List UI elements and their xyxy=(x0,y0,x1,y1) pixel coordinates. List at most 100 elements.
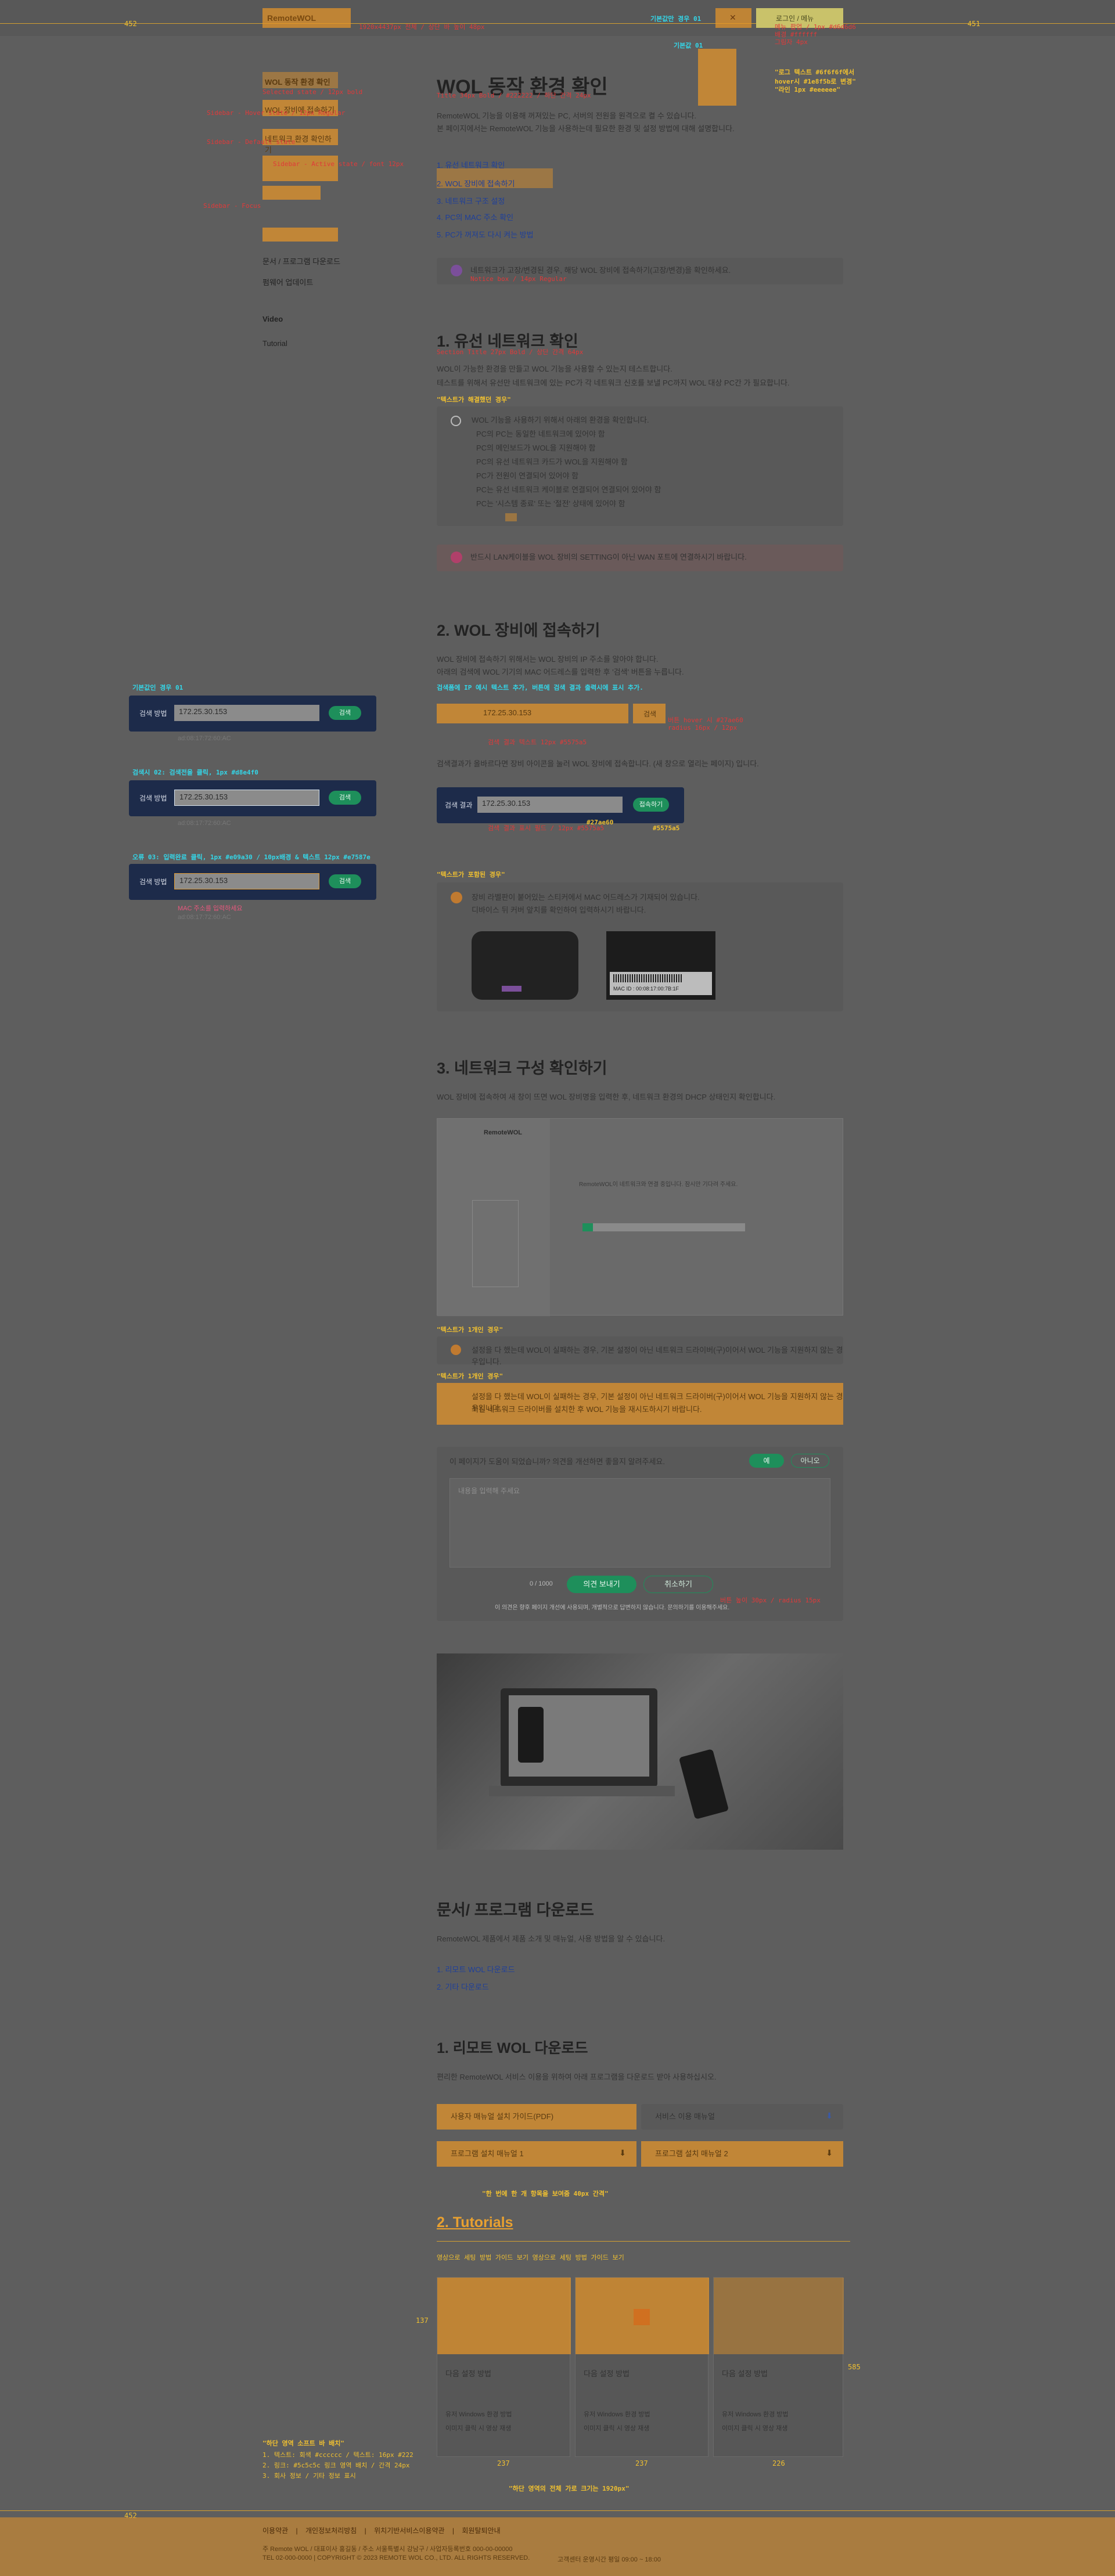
card-thumbnail[interactable] xyxy=(437,2278,571,2354)
feedback-placeholder: 내용을 입력해 주세요 xyxy=(458,1487,520,1495)
hero-image xyxy=(437,1653,843,1850)
laptop-base xyxy=(489,1786,675,1796)
search-input[interactable]: 172.25.30.153 xyxy=(174,705,319,721)
label-photo: MAC ID : 00:08:17:00:7B:1F xyxy=(606,931,715,1000)
search-form-error: 검색 방법 172.25.30.153 검색 xyxy=(129,864,376,900)
annotation: 오류 03: 입력완료 클릭, 1px #e09a30 / 10px배경 & 텍… xyxy=(132,853,371,861)
footer-link-terms[interactable]: 이용약관 xyxy=(262,2527,288,2535)
feedback-note: 이 의견은 향후 페이지 개선에 사용되며, 개별적으로 답변하지 않습니다. … xyxy=(495,1605,730,1611)
user-menu-popup[interactable] xyxy=(698,49,736,106)
feedback-cancel-button[interactable]: 취소하기 xyxy=(643,1576,713,1593)
sidebar-item-firmware[interactable]: 펌웨어 업데이트 xyxy=(262,276,313,287)
annotation: Sidebar - Active state / font 12px xyxy=(273,160,404,168)
card-title: 다음 설정 방법 xyxy=(584,2369,630,2378)
intro-text: 본 페이지에서는 RemoteWOL 기능을 사용하는데 필요한 환경 및 설정… xyxy=(437,124,735,133)
sidebar-item-sub[interactable] xyxy=(262,228,338,242)
result-field[interactable]: 172.25.30.153 xyxy=(477,797,623,813)
feedback-submit-button[interactable]: 의견 보내기 xyxy=(567,1576,636,1593)
sidebar-item-tutorial[interactable]: Tutorial xyxy=(262,339,287,348)
footer-link-withdraw[interactable]: 회원탈퇴안내 xyxy=(462,2527,500,2535)
sidebar-item-video[interactable]: Video xyxy=(262,315,283,323)
annotation: Sidebar - Default state xyxy=(207,138,296,146)
download-file-button[interactable]: 서비스 이용 매뉴얼 ⬇ xyxy=(641,2104,843,2130)
close-icon: ✕ xyxy=(729,13,736,22)
barcode-icon xyxy=(613,974,683,982)
annotation: 검색시 02: 검색전을 클릭, 1px #d8e4f0 xyxy=(132,769,258,776)
annotation: "하단 영역의 전체 가로 크기는 1920px" xyxy=(509,2485,630,2492)
connect-button[interactable]: 접속하기 xyxy=(633,798,669,812)
annotation: 1920x4437px 전체 / 상단 바 높이 48px xyxy=(359,23,485,31)
screenshot-logo: RemoteWOL xyxy=(484,1129,522,1136)
search-button[interactable]: 검색 xyxy=(633,704,666,723)
guide-line xyxy=(0,23,1115,24)
card-desc: 유저 Windows 환경 방법 xyxy=(722,2411,789,2418)
tip-box: 장비 라벨판이 붙어있는 스티커에서 MAC 어드레스가 기재되어 있습니다. … xyxy=(437,882,843,1011)
file-label: 서비스 이용 매뉴얼 xyxy=(655,2112,715,2121)
check-item: PC의 PC는 동일한 네트워크에 있어야 함 xyxy=(476,430,605,438)
download-file-button[interactable]: 프로그램 설치 매뉴얼 2 ⬇ xyxy=(641,2141,843,2167)
search-button[interactable]: 검색 xyxy=(329,791,361,805)
annotation: Title 34px Bold / #222222 / 하단 간격 24px xyxy=(437,92,591,99)
annotation: 기본값인 경우 01 xyxy=(132,684,184,691)
file-label: 프로그램 설치 매뉴얼 2 xyxy=(655,2149,728,2158)
tutorials-title: 2. Tutorials xyxy=(437,2214,513,2231)
search-button[interactable]: 검색 xyxy=(329,874,361,888)
dim-label: 452 xyxy=(124,20,137,28)
annotation: 영상으로 세팅 방법 가이드 보기 영상으로 세팅 방법 가이드 보기 xyxy=(437,2254,624,2261)
feedback-question: 이 페이지가 도움이 되었습니까? 의견을 개선하면 좋을지 알려주세요. xyxy=(449,1457,666,1466)
feedback-count: 0 / 1000 xyxy=(530,1580,553,1587)
tip-text: 설정을 다 했는데 WOL이 실패하는 경우, 기본 설정이 아닌 네트워크 드… xyxy=(472,1346,843,1366)
card-thumbnail[interactable] xyxy=(576,2278,709,2354)
download-icon: ⬇ xyxy=(826,2148,833,2157)
annotation: 2. 링크: #5c5c5c 링크 영역 배치 / 간격 24px xyxy=(262,2462,410,2469)
close-button[interactable]: ✕ xyxy=(715,8,751,28)
dim-label: 137 xyxy=(416,2316,429,2325)
search-button[interactable]: 검색 xyxy=(329,706,361,720)
footer-link-location[interactable]: 위치기반서비스이용약관 xyxy=(374,2527,444,2535)
body-text: 테스트를 위해서 유선만 네트워크에 있는 PC가 각 네트워크 신호를 보낼 … xyxy=(437,379,790,387)
toc-link[interactable]: 5. PC가 꺼져도 다시 켜는 방법 xyxy=(437,229,534,240)
sidebar-item-focus[interactable] xyxy=(262,186,321,200)
section-title: 문서/ 프로그램 다운로드 xyxy=(437,1901,594,1919)
logo[interactable]: RemoteWOL xyxy=(262,8,351,28)
sidebar-item-active[interactable]: WOL 동작 환경 확인 xyxy=(262,72,338,88)
annotation: Sidebar - Hover state / 12px Regular xyxy=(207,109,346,117)
tip-text: 최신 네트워크 드라이버를 설치한 후 WOL 기능을 재시도하시기 바랍니다. xyxy=(472,1405,702,1414)
feedback-no-button[interactable]: 아니오 xyxy=(791,1454,829,1468)
mac-address: ad:08:17:72:60:AC xyxy=(178,914,231,921)
annotation: Selected state / 12px bold xyxy=(262,88,363,96)
result-label: 검색 결과 xyxy=(445,801,473,809)
annotation: Section Title 27px Bold / 상단 간격 64px xyxy=(437,348,584,356)
section-title: 2. WOL 장비에 접속하기 xyxy=(437,622,600,639)
download-file-button[interactable]: 프로그램 설치 매뉴얼 1 ⬇ xyxy=(437,2141,636,2167)
search-input[interactable]: 172.25.30.153 xyxy=(174,873,319,889)
check-box: WOL 기능을 사용하기 위해서 아래의 환경을 확인합니다. PC의 PC는 … xyxy=(437,406,843,526)
card-thumbnail[interactable] xyxy=(714,2278,844,2354)
tutorial-card[interactable]: 다음 설정 방법 유저 Windows 환경 방법 이미지 클릭 시 영상 재생 xyxy=(437,2277,571,2457)
feedback-box: 이 페이지가 도움이 되었습니까? 의견을 개선하면 좋을지 알려주세요. 예 … xyxy=(437,1447,843,1621)
sidebar-item-downloads[interactable]: 문서 / 프로그램 다운로드 xyxy=(262,255,340,266)
tutorial-card[interactable]: 다음 설정 방법 유저 Windows 환경 방법 이미지 클릭 시 영상 재생 xyxy=(713,2277,844,2457)
body-text: WOL 장비에 접속하여 새 창이 뜨면 WOL 장비명을 입력한 후, 네트워… xyxy=(437,1093,776,1101)
toc-link[interactable]: 2. WOL 장비에 접속하기 xyxy=(437,178,515,189)
annotation: Notice box / 14px Regular xyxy=(470,275,567,283)
feedback-yes-button[interactable]: 예 xyxy=(749,1454,784,1468)
mac-address: ad:08:17:72:60:AC xyxy=(178,820,231,827)
download-file-button[interactable]: 사용자 매뉴얼 설치 가이드(PDF) xyxy=(437,2104,636,2130)
search-input[interactable]: 172.25.30.153 xyxy=(174,790,319,806)
footer-link-privacy[interactable]: 개인정보처리방침 xyxy=(305,2527,357,2535)
header-bar xyxy=(0,0,1115,36)
sidebar-item-hover[interactable] xyxy=(262,156,338,181)
tutorial-card[interactable]: 다음 설정 방법 유저 Windows 환경 방법 이미지 클릭 시 영상 재생 xyxy=(575,2277,709,2457)
download-link[interactable]: 1. 리모트 WOL 다운로드 xyxy=(437,1963,515,1975)
tip-icon xyxy=(451,1345,461,1355)
screenshot-message: RemoteWOL이 네트워크와 연결 중입니다. 잠시만 기다려 주세요. xyxy=(579,1181,738,1188)
toc-link[interactable]: 3. 네트워크 구조 설정 xyxy=(437,195,505,206)
body-text: WOL 장비에 접속하기 위해서는 WOL 장비의 IP 주소를 알아야 합니다… xyxy=(437,655,659,664)
phone-shape xyxy=(518,1707,544,1763)
feedback-textarea[interactable]: 내용을 입력해 주세요 xyxy=(449,1478,830,1568)
download-link[interactable]: 2. 기타 다운로드 xyxy=(437,1981,489,1992)
annotation: #27ae60 xyxy=(587,819,614,826)
dim-label: 237 xyxy=(497,2459,510,2467)
toc-link[interactable]: 4. PC의 MAC 주소 확인 xyxy=(437,211,513,222)
